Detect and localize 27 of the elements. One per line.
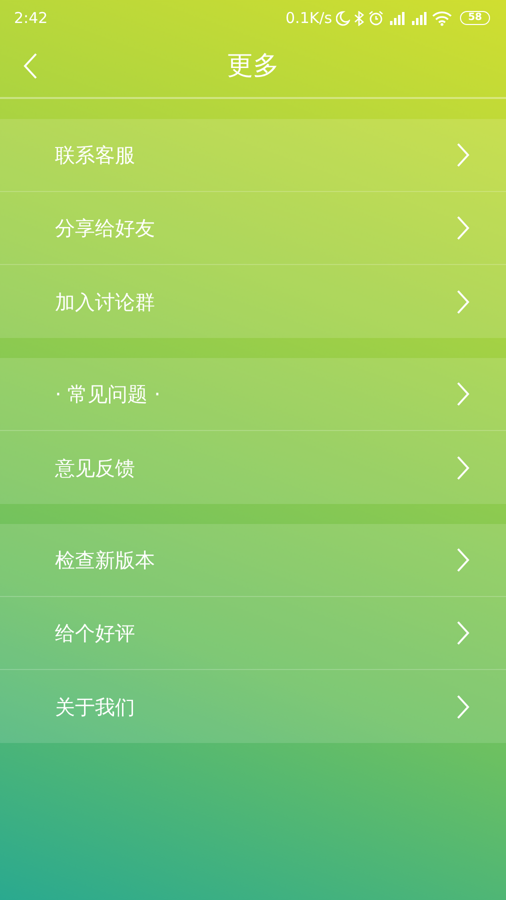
chevron-right-icon: [456, 547, 470, 573]
menu-item[interactable]: 意见反馈: [0, 431, 506, 504]
status-time: 2:42: [14, 8, 48, 29]
network-speed: 0.1K/s: [286, 8, 332, 29]
chevron-right-icon: [456, 620, 470, 646]
chevron-right-icon: [456, 142, 470, 168]
menu-item[interactable]: 关于我们: [0, 670, 506, 743]
chevron-right-icon: [456, 215, 470, 241]
chevron-right-icon: [456, 288, 470, 314]
bluetooth-icon: [354, 10, 364, 26]
menu-item[interactable]: · 常见问题 ·: [0, 358, 506, 431]
menu-item[interactable]: 给个好评: [0, 597, 506, 670]
chevron-right-icon: [456, 454, 470, 480]
moon-icon: [336, 10, 350, 26]
menu-item[interactable]: 分享给好友: [0, 192, 506, 265]
signal-icon: [410, 11, 428, 25]
page-title: 更多: [227, 50, 279, 83]
alarm-icon: [368, 10, 384, 26]
chevron-right-icon: [456, 381, 470, 407]
chevron-right-icon: [456, 694, 470, 720]
wifi-icon: [432, 10, 452, 26]
back-icon[interactable]: [22, 52, 38, 80]
signal-icon: [388, 11, 406, 25]
menu-item[interactable]: 检查新版本: [0, 524, 506, 597]
menu-item[interactable]: 联系客服: [0, 119, 506, 192]
battery-level: 58: [460, 11, 490, 25]
menu-item[interactable]: 加入讨论群: [0, 265, 506, 338]
